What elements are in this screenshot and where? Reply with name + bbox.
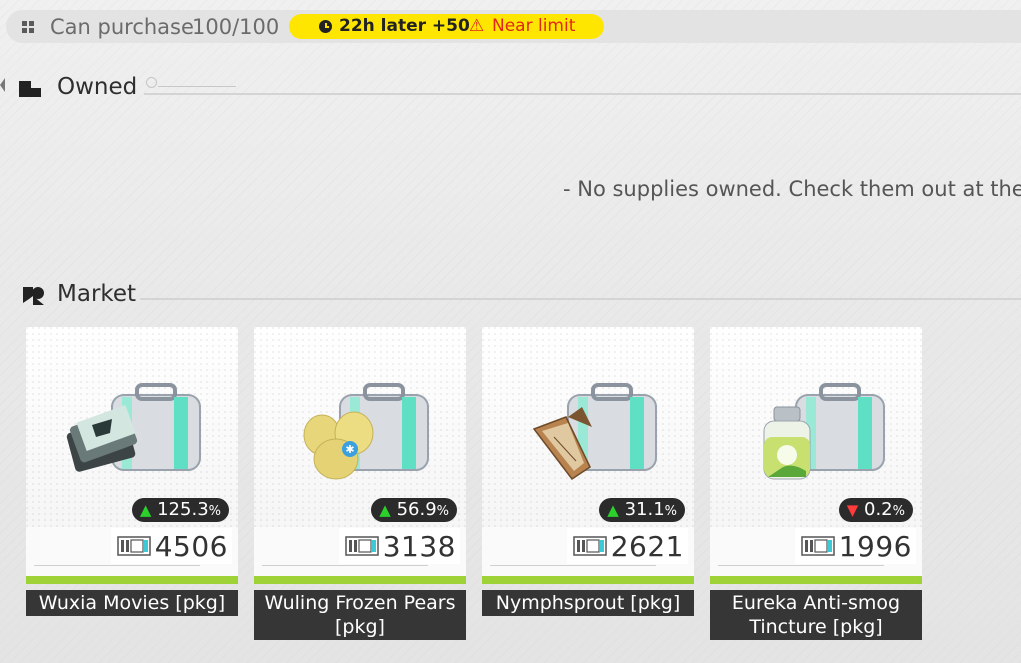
market-item-card[interactable]: ▼ 0.2% 1996 Eureka Anti-smog Tincture [p… [710,327,922,640]
arrow-up-icon: ▲ [139,501,152,519]
item-name: Wuling Frozen Pears [pkg] [254,590,466,640]
purchase-bar: Can purchase 100/100 22h later +50 ⚠ Nea… [6,10,1021,43]
price-change-badge: ▲ 56.9% [371,498,457,522]
accent-bar [254,576,466,584]
card-body[interactable]: ▲ 125.3% 4506 [26,327,238,584]
currency-icon [116,536,151,556]
item-name: Wuxia Movies [pkg] [26,590,238,616]
card-body[interactable]: ▲ 31.1% 2621 [482,327,694,584]
price-box: 2621 [566,528,688,564]
warning-icon: ⚠ [469,16,485,36]
price-value: 4506 [154,529,228,563]
collapse-arrow-icon[interactable] [0,78,5,92]
card-body[interactable]: ▼ 0.2% 1996 [710,327,922,584]
market-item-card[interactable]: ▲ 31.1% 2621 Nymphsprout [pkg] [482,327,694,616]
change-unit: % [664,504,677,519]
price-box: 3138 [338,528,460,564]
owned-title: Owned [57,74,138,100]
sprout-icon [532,383,657,481]
price-box: 1996 [794,528,916,564]
purchase-label: Can purchase [50,15,194,39]
price-box: 4506 [110,528,232,564]
arrow-down-icon: ▼ [846,501,859,519]
divider [262,565,428,566]
change-value: 0.2 [864,499,893,520]
divider [718,565,884,566]
market-divider [140,298,1021,300]
accent-bar [26,576,238,584]
market-item-card[interactable]: ▲ 125.3% 4506 Wuxia Movies [pkg] [26,327,238,616]
svg-text:✱: ✱ [345,443,354,456]
price-change-badge: ▼ 0.2% [838,498,913,522]
grid-icon [22,21,34,33]
refill-timer: 22h later +50 [339,16,470,36]
divider [490,565,656,566]
currency-icon [572,536,607,556]
change-value: 56.9 [396,499,437,520]
arrow-up-icon: ▲ [607,501,619,519]
price-value: 3138 [382,529,456,563]
currency-icon [344,536,379,556]
clock-icon [319,20,332,33]
frozen-pears-icon: ✱ [303,383,429,480]
item-name: Nymphsprout [pkg] [482,590,694,616]
divider [34,565,200,566]
market-icon [23,287,44,305]
market-item-card[interactable]: ✱ ▲ 56.9% 3138 Wuling Frozen Pears [pkg] [254,327,466,640]
market-title: Market [57,281,137,307]
change-unit: % [208,504,221,519]
currency-icon [800,536,835,556]
film-reels-icon [66,383,201,472]
card-body[interactable]: ✱ ▲ 56.9% 3138 [254,327,466,584]
limit-pill: 22h later +50 ⚠ Near limit [289,14,604,39]
change-unit: % [436,504,449,519]
accent-bar [710,576,922,584]
divider [158,86,236,87]
empty-message: - No supplies owned. Check them out at t… [563,177,1021,201]
price-value: 1996 [838,529,912,563]
purchase-count: 100/100 [192,15,280,39]
change-value: 31.1 [624,499,665,520]
decor-circle [146,77,157,88]
tincture-bottle-icon [763,383,885,480]
change-value: 125.3 [157,499,209,520]
price-value: 2621 [610,529,684,563]
warning-text: Near limit [492,16,576,36]
arrow-up-icon: ▲ [379,501,391,519]
price-change-badge: ▲ 31.1% [599,498,685,522]
accent-bar [482,576,694,584]
change-unit: % [892,504,905,519]
owned-icon [19,81,47,97]
owned-divider [144,93,1021,95]
price-change-badge: ▲ 125.3% [131,498,229,522]
item-name: Eureka Anti-smog Tincture [pkg] [710,590,922,640]
